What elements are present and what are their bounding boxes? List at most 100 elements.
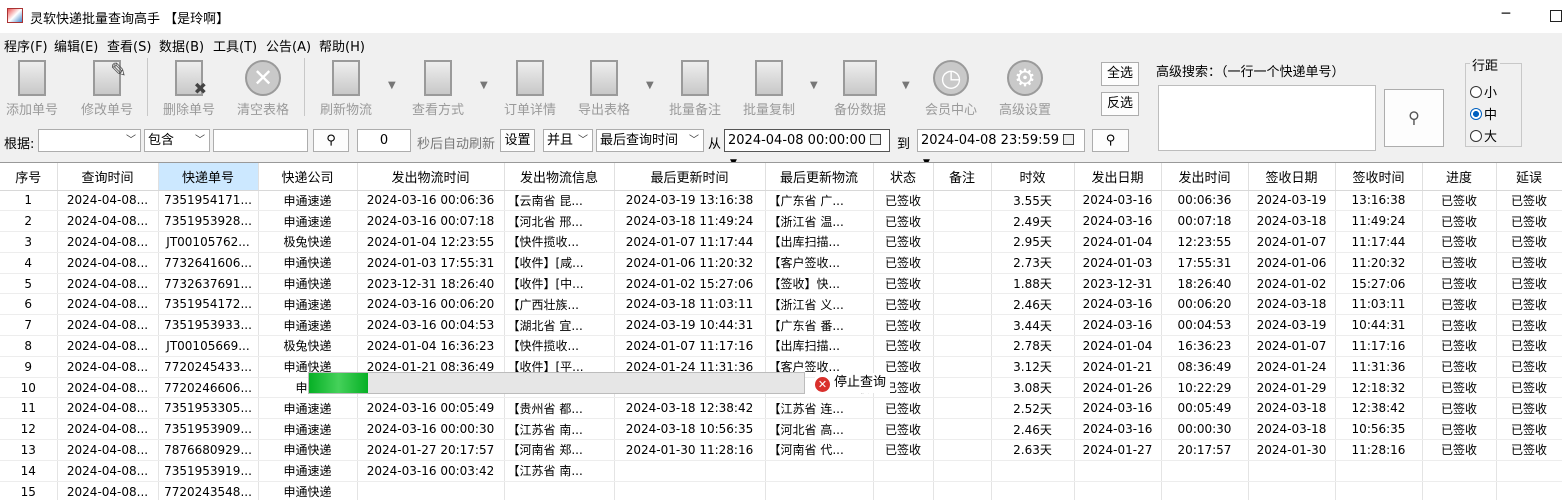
batch-note-button[interactable]: 批量备注 [665,58,725,118]
table-cell: 【收件】[咸... [504,252,615,274]
menu-edit[interactable]: 编辑(E) [54,36,98,55]
table-cell: 2024-01-06 11:20:32 [614,252,766,274]
table-row[interactable]: 15 2024-04-08... 7720243548... 申通快递 [0,481,1562,500]
chevron-down-icon[interactable]: ▼ [810,80,818,91]
table-cell: 2024-01-03 [1074,252,1162,274]
column-header[interactable]: 备注 [933,163,992,191]
table-cell: 2024-01-30 [1248,439,1336,461]
view-mode-button[interactable]: 查看方式 [408,58,468,118]
table-cell: 2024-04-08... [57,293,159,316]
column-header[interactable]: 签收日期 [1248,163,1336,191]
menu-view[interactable]: 查看(S) [107,36,151,55]
advanced-search-input[interactable] [1158,85,1376,151]
table-cell: 13 [0,439,58,461]
refresh-seconds-input[interactable]: 0 [357,129,411,152]
table-row[interactable]: 14 2024-04-08... 7351953919... 申通速递 2024-03-… [0,460,1562,482]
search-button[interactable]: ⚲ [1384,89,1444,147]
column-header[interactable]: 发出物流时间 [357,163,505,191]
table-cell: 13:16:38 [1335,190,1423,212]
table-cell: 5 [0,273,58,295]
table-cell: 极兔快递 [258,231,358,253]
table-cell: 2024-04-08... [57,439,159,461]
table-row[interactable]: 13 2024-04-08... 7876680929... 申通快递 2024-01-… [0,439,1562,461]
match-mode-select[interactable]: 包含 ﹀ [144,129,210,152]
row-spacing-legend: 行距 [1470,55,1501,74]
table-row[interactable]: 11 2024-04-08... 7351953305... 申通速递 2024-03-… [0,397,1562,420]
column-header[interactable]: 发出时间 [1161,163,1249,191]
column-header[interactable]: 发出日期 [1074,163,1162,191]
row-spacing-small-radio[interactable]: 小 [1470,82,1497,101]
column-header[interactable]: 查询时间 [57,163,159,191]
table-row[interactable]: 12 2024-04-08... 7351953909... 申通速递 2024-03-… [0,418,1562,441]
table-cell: 2024-04-08... [57,231,159,253]
table-cell: 2024-04-08... [57,273,159,295]
delete-number-button[interactable]: 删除单号 [160,58,218,118]
from-date-picker[interactable]: 2024-04-08 00:00:00▼ [724,129,890,168]
minimize-icon[interactable]: ─ [1498,6,1514,24]
chevron-down-icon[interactable]: ▼ [480,80,488,91]
column-header[interactable]: 时效 [991,163,1075,191]
filter-field-select[interactable]: ﹀ [38,129,141,152]
table-cell: 2024-03-16 00:07:18 [357,210,505,233]
table-row[interactable]: 3 2024-04-08... JT00105762... 极兔快递 2024-01-0… [0,231,1562,253]
menu-data[interactable]: 数据(B) [159,36,204,55]
table-row[interactable]: 7 2024-04-08... 7351953933... 申通速递 2024-03-1… [0,314,1562,337]
table-cell [933,210,992,233]
logic-select[interactable]: 并且 ﹀ [543,129,593,152]
table-cell: 2024-04-08... [57,356,159,378]
table-row[interactable]: 6 2024-04-08... 7351954172... 申通速递 2024-03-1… [0,293,1562,316]
table-row[interactable]: 1 2024-04-08... 7351954171... 申通速递 2024-03-1… [0,190,1562,212]
table-row[interactable]: 8 2024-04-08... JT00105669... 极兔快递 2024-01-0… [0,335,1562,357]
stop-query-button[interactable]: ✕ 停止查询 [815,373,891,393]
advanced-settings-button[interactable]: ⚙ 高级设置 [995,58,1055,118]
column-header[interactable]: 最后更新物流 [765,163,874,191]
time-field-select[interactable]: 最后查询时间 ﹀ [596,129,704,152]
menu-tools[interactable]: 工具(T) [213,36,257,55]
table-cell [933,460,992,482]
row-spacing-large-radio[interactable]: 大 [1470,126,1497,145]
menu-help[interactable]: 帮助(H) [319,36,365,55]
column-header[interactable]: 快递单号 [158,163,259,191]
column-header[interactable]: 延误 [1496,163,1562,191]
row-spacing-medium-radio[interactable]: 中 [1470,104,1497,123]
backup-data-button[interactable]: 备份数据 [830,58,890,118]
column-header[interactable]: 序号 [0,163,58,191]
table-row[interactable]: 2 2024-04-08... 7351953928... 申通速递 2024-03-1… [0,210,1562,233]
column-header[interactable]: 最后更新时间 [614,163,766,191]
table-cell: 2024-03-16 00:06:20 [357,293,505,316]
menu-program[interactable]: 程序(F) [4,36,48,55]
invert-selection-button[interactable]: 反选 [1101,92,1139,116]
column-header[interactable]: 快递公司 [258,163,358,191]
chevron-down-icon[interactable]: ▼ [902,80,910,91]
refresh-logistics-button[interactable]: 刷新物流 [316,58,376,118]
table-row[interactable]: 5 2024-04-08... 7732637691... 申通快递 2023-12-3… [0,273,1562,295]
table-cell: 2024-01-21 [1074,356,1162,378]
column-header[interactable]: 状态 [873,163,934,191]
column-header[interactable]: 进度 [1422,163,1497,191]
column-header[interactable]: 发出物流信息 [504,163,615,191]
chevron-down-icon: ﹀ [126,135,136,146]
order-detail-button[interactable]: 订单详情 [500,58,560,118]
filter-search-button[interactable]: ⚲ [313,129,349,152]
edit-number-button[interactable]: 修改单号 [78,58,136,118]
add-number-button[interactable]: 添加单号 [3,58,61,118]
column-header[interactable]: 签收时间 [1335,163,1423,191]
chevron-down-icon[interactable]: ▼ [388,80,396,91]
table-row[interactable]: 4 2024-04-08... 7732641606... 申通快递 2024-01-0… [0,252,1562,274]
to-date-picker[interactable]: 2024-04-08 23:59:59▼ [917,129,1085,168]
table-cell: 2024-04-08... [57,481,159,500]
table-cell: 3.44天 [991,314,1075,337]
clear-table-button[interactable]: ✕ 清空表格 [234,58,292,118]
menu-notice[interactable]: 公告(A) [266,36,311,55]
date-search-button[interactable]: ⚲ [1092,129,1129,152]
select-all-button[interactable]: 全选 [1101,62,1139,86]
chevron-down-icon[interactable]: ▼ [646,80,654,91]
member-center-button[interactable]: ◷ 会员中心 [921,58,981,118]
filter-label: 根据: [4,137,35,152]
maximize-icon[interactable] [1550,10,1562,22]
batch-copy-button[interactable]: 批量复制 [739,58,799,118]
export-table-button[interactable]: 导出表格 [574,58,634,118]
settings-button[interactable]: 设置 [500,129,535,152]
table-cell [1074,460,1162,482]
keyword-input[interactable] [213,129,308,152]
